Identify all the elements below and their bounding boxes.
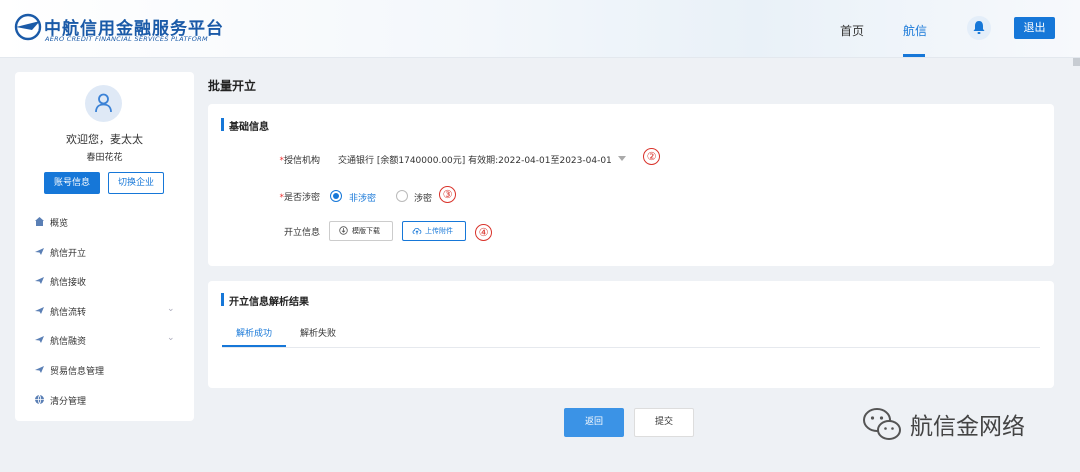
download-icon bbox=[339, 226, 348, 235]
sidebar-item-label: 概览 bbox=[50, 219, 69, 229]
section-title-basic: 基础信息 bbox=[229, 122, 269, 133]
annotation-3: ③ bbox=[439, 186, 456, 203]
wechat-icon bbox=[863, 408, 901, 440]
company-name: 春田花花 bbox=[86, 153, 123, 163]
bell-icon bbox=[973, 21, 985, 34]
plane-icon bbox=[35, 248, 44, 255]
sidebar-item-label: 清分管理 bbox=[50, 397, 87, 407]
sidebar-item-label: 航信流转 bbox=[50, 308, 87, 318]
annotation-2: ② bbox=[643, 148, 660, 165]
radio-secret-label[interactable]: 涉密 bbox=[414, 191, 432, 204]
user-icon bbox=[95, 93, 112, 113]
open-info-label: 开立信息 bbox=[283, 228, 320, 238]
cloud-upload-icon bbox=[412, 227, 422, 235]
plane-logo-icon bbox=[14, 13, 42, 41]
sidebar-item-trade-info[interactable]: 贸易信息管理 bbox=[15, 360, 194, 380]
chevron-down-icon: ⌄ bbox=[167, 304, 175, 314]
tab-parse-fail[interactable]: 解析失败 bbox=[286, 326, 350, 339]
institution-label: *授信机构 bbox=[279, 156, 320, 166]
sidebar: 欢迎您，麦太太 春田花花 账号信息 切换企业 概览 航信开立 航信接收 航信流转… bbox=[15, 72, 194, 421]
logout-button[interactable]: 退出 bbox=[1014, 17, 1055, 39]
home-icon bbox=[35, 217, 44, 226]
secret-label: *是否涉密 bbox=[279, 193, 320, 203]
page-title: 批量开立 bbox=[208, 79, 257, 93]
top-header: 中航信用金融服务平台 AERO CREDIT FINANCIAL SERVICE… bbox=[0, 0, 1080, 58]
plane-icon bbox=[35, 366, 44, 373]
basic-info-card bbox=[208, 104, 1054, 266]
plane-icon bbox=[35, 307, 44, 314]
account-info-button[interactable]: 账号信息 bbox=[44, 172, 100, 194]
sidebar-item-hangxin-financing[interactable]: 航信融资 ⌄ bbox=[15, 330, 194, 350]
tab-divider bbox=[222, 347, 1040, 348]
scrollbar[interactable] bbox=[1073, 58, 1080, 66]
sidebar-item-hangxin-receive[interactable]: 航信接收 bbox=[15, 271, 194, 291]
sidebar-item-label: 航信接收 bbox=[50, 278, 87, 288]
back-button[interactable]: 返回 bbox=[564, 408, 624, 437]
watermark-text: 航信金网络 bbox=[910, 414, 1025, 440]
institution-select[interactable]: 交通银行 [余额1740000.00元] 有效期:2022-04-01至2023… bbox=[330, 148, 632, 170]
section-marker bbox=[221, 293, 224, 306]
plane-icon bbox=[35, 277, 44, 284]
sidebar-item-label: 航信融资 bbox=[50, 337, 87, 347]
welcome-text: 欢迎您，麦太太 bbox=[66, 133, 143, 146]
radio-non-secret-label[interactable]: 非涉密 bbox=[349, 191, 376, 204]
radio-non-secret[interactable] bbox=[330, 190, 342, 202]
avatar bbox=[85, 85, 122, 122]
annotation-4: ④ bbox=[475, 224, 492, 241]
sidebar-item-clearing[interactable]: 清分管理 bbox=[15, 390, 194, 410]
upload-attachment-button[interactable]: 上传附件 bbox=[402, 221, 466, 241]
section-marker bbox=[221, 118, 224, 131]
nav-hangxin[interactable]: 航信 bbox=[903, 22, 927, 39]
template-download-label: 模版下载 bbox=[352, 227, 380, 235]
sidebar-item-label: 贸易信息管理 bbox=[50, 367, 105, 377]
globe-icon bbox=[35, 394, 44, 405]
nav-home[interactable]: 首页 bbox=[840, 22, 864, 39]
notification-button[interactable] bbox=[967, 16, 991, 40]
switch-company-button[interactable]: 切换企业 bbox=[108, 172, 164, 194]
sidebar-item-label: 航信开立 bbox=[50, 249, 87, 259]
submit-button[interactable]: 提交 bbox=[634, 408, 694, 437]
tab-parse-success[interactable]: 解析成功 bbox=[222, 326, 286, 339]
nav-active-indicator bbox=[903, 54, 925, 57]
sidebar-item-hangxin-open[interactable]: 航信开立 bbox=[15, 242, 194, 262]
institution-select-value: 交通银行 [余额1740000.00元] 有效期:2022-04-01至2023… bbox=[338, 156, 612, 166]
plane-icon bbox=[35, 336, 44, 343]
template-download-button[interactable]: 模版下载 bbox=[329, 221, 393, 241]
upload-attachment-label: 上传附件 bbox=[425, 227, 453, 235]
caret-down-icon bbox=[618, 156, 626, 161]
brand-subtitle: AERO CREDIT FINANCIAL SERVICES PLATFORM bbox=[45, 35, 208, 43]
chevron-down-icon: ⌄ bbox=[167, 333, 175, 343]
sidebar-item-overview[interactable]: 概览 bbox=[15, 212, 194, 232]
sidebar-item-hangxin-transfer[interactable]: 航信流转 ⌄ bbox=[15, 301, 194, 321]
tab-active-indicator bbox=[222, 345, 286, 347]
section-title-result: 开立信息解析结果 bbox=[229, 297, 309, 308]
radio-secret[interactable] bbox=[396, 190, 408, 202]
